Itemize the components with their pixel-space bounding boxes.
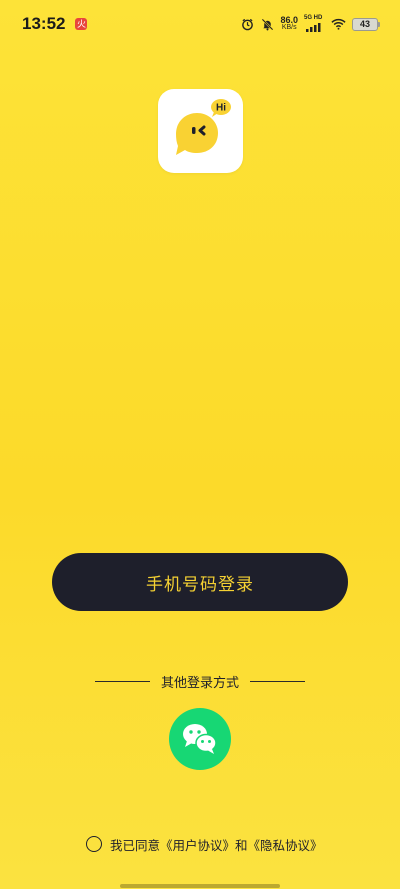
phone-login-button[interactable]: 手机号码登录 xyxy=(52,553,348,611)
status-icons: 86.0 KB/s 5G HD 43 xyxy=(240,15,380,32)
user-agreement-link[interactable]: 《用户协议》 xyxy=(160,838,235,853)
divider-line-left xyxy=(95,680,150,682)
agreement-row: 我已同意《用户协议》和《隐私协议》 xyxy=(86,834,323,854)
home-indicator[interactable] xyxy=(120,884,280,888)
agreement-text: 我已同意《用户协议》和《隐私协议》 xyxy=(110,835,323,854)
divider-line-right xyxy=(249,680,305,682)
agreement-prefix: 我已同意 xyxy=(110,837,161,853)
status-time: 13:52 xyxy=(22,14,66,33)
logo-hi-text: Hi xyxy=(216,103,226,114)
alarm-icon xyxy=(240,17,254,31)
other-login-divider: 其他登录方式 xyxy=(95,671,305,691)
privacy-policy-link[interactable]: 《隐私协议》 xyxy=(248,838,323,853)
wechat-login-button[interactable] xyxy=(169,708,231,770)
other-login-label: 其他登录方式 xyxy=(160,675,239,691)
notification-app-icon: 火 xyxy=(75,18,88,30)
agreement-checkbox[interactable] xyxy=(86,836,102,852)
wifi-icon xyxy=(330,17,346,31)
app-logo: Hi xyxy=(158,89,243,173)
battery-icon: 43 xyxy=(352,17,380,31)
chat-bubble-logo-icon: Hi xyxy=(176,99,231,155)
status-bar: 13:52 火 86.0 KB/s 5G HD 43 xyxy=(0,0,400,48)
mute-bell-icon xyxy=(260,17,274,31)
cellular-signal-icon: 5G HD xyxy=(304,15,324,32)
wechat-icon xyxy=(183,724,217,754)
agreement-conjunction: 和 xyxy=(235,837,248,853)
network-speed: 86.0 KB/s xyxy=(280,15,298,32)
